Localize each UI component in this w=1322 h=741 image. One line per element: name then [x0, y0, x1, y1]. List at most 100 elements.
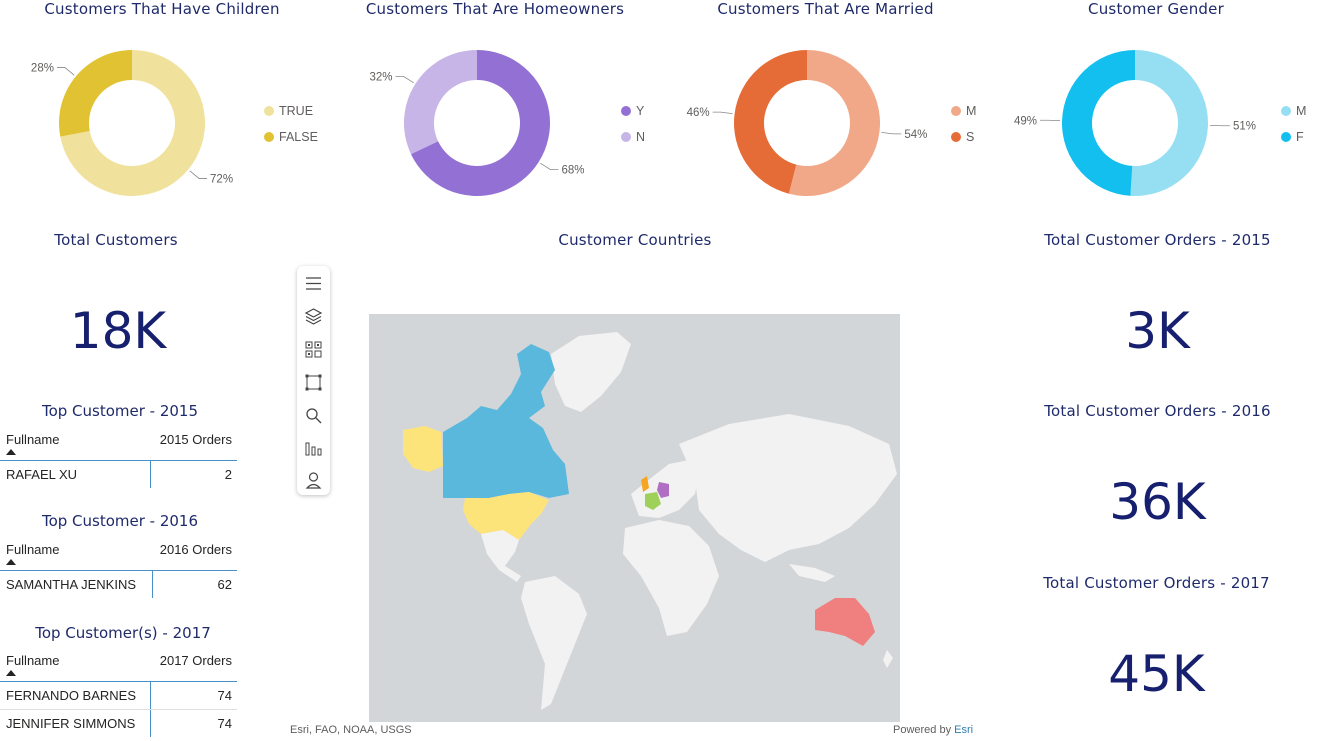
greenland-shape [551, 332, 631, 412]
legend-item-true[interactable]: TRUE [264, 98, 318, 124]
top-customer-2015-table[interactable]: Fullname 2015 Orders RAFAEL XU 2 [0, 430, 237, 488]
cell-fullname: SAMANTHA JENKINS [6, 577, 137, 592]
legend-label: M [966, 104, 977, 118]
legend-label: S [966, 130, 975, 144]
married-data-label: 54% [904, 129, 927, 141]
canada-shape [443, 344, 569, 498]
layers-icon[interactable] [303, 306, 324, 327]
orders-2016-value: 36K [1109, 473, 1206, 531]
children-data-label: 72% [210, 173, 233, 185]
legend-dot [621, 132, 631, 142]
legend-dot [264, 106, 274, 116]
married-legend: M S [951, 98, 976, 150]
table-header: Fullname 2017 Orders [0, 651, 237, 682]
column-header-fullname[interactable]: Fullname [6, 432, 59, 447]
cell-orders: 74 [217, 716, 232, 731]
indonesia-shape [789, 564, 835, 582]
bar-chart-icon[interactable] [303, 438, 324, 459]
table-header: Fullname 2015 Orders [0, 430, 237, 461]
legend-item-s[interactable]: S [951, 124, 976, 150]
table-row[interactable]: JENNIFER SIMMONS 74 [0, 710, 237, 737]
legend-label: M [1296, 104, 1307, 118]
sort-ascending-icon[interactable] [6, 559, 16, 565]
qr-select-icon[interactable] [303, 339, 324, 360]
homeowners-donut-chart[interactable]: 68% 32% [330, 0, 660, 230]
sort-ascending-icon[interactable] [6, 449, 16, 455]
legend-item-f[interactable]: F [1281, 124, 1306, 150]
table-row[interactable]: SAMANTHA JENKINS 62 [0, 571, 237, 598]
rect-select-icon[interactable] [303, 372, 324, 393]
orders-2017-value: 45K [1108, 645, 1205, 703]
sort-ascending-icon[interactable] [6, 670, 16, 676]
children-leader-line [56, 67, 75, 76]
legend-item-y[interactable]: Y [621, 98, 645, 124]
asia-shape [679, 414, 897, 562]
children-slice-false[interactable] [58, 50, 132, 137]
cell-orders: 62 [217, 577, 232, 592]
top-customers-2017-table[interactable]: Fullname 2017 Orders FERNANDO BARNES 74 … [0, 651, 237, 737]
legend-item-false[interactable]: FALSE [264, 124, 318, 150]
column-header-orders[interactable]: 2017 Orders [160, 653, 232, 668]
australia-shape [815, 598, 875, 646]
africa-shape [623, 520, 719, 636]
new-zealand-shape [883, 650, 893, 668]
esri-link[interactable]: Esri [954, 724, 973, 736]
homeowners-leader-line [395, 75, 414, 84]
married-leader-line [712, 111, 733, 114]
homeowners-slice-n[interactable] [404, 50, 477, 155]
children-legend: TRUE FALSE [264, 98, 318, 150]
south-america-shape [521, 576, 587, 710]
homeowners-data-label: 68% [561, 165, 584, 177]
legend-label: N [636, 130, 646, 144]
table-row[interactable]: FERNANDO BARNES 74 [0, 682, 237, 710]
column-divider [150, 682, 151, 709]
pin-icon[interactable] [303, 470, 324, 491]
column-divider [152, 571, 153, 598]
total-customers-value: 18K [69, 302, 167, 360]
homeowners-leader-line [540, 162, 559, 171]
powered-by-prefix: Powered by [893, 724, 955, 736]
column-header-orders[interactable]: 2015 Orders [160, 432, 232, 447]
table-row[interactable]: RAFAEL XU 2 [0, 461, 237, 488]
menu-icon[interactable] [303, 273, 324, 294]
cell-orders: 2 [224, 467, 232, 482]
customer-countries-map[interactable] [369, 314, 900, 722]
gender-donut-chart[interactable]: 51% 49% [990, 0, 1322, 230]
top-customer-2016-table[interactable]: Fullname 2016 Orders SAMANTHA JENKINS 62 [0, 540, 237, 598]
legend-item-n[interactable]: N [621, 124, 645, 150]
legend-item-m[interactable]: M [1281, 98, 1306, 124]
top-customer-2016-title: Top Customer - 2016 [41, 512, 199, 530]
table-header: Fullname 2016 Orders [0, 540, 237, 571]
powered-by: Powered by Esri [893, 724, 973, 736]
column-divider [150, 461, 151, 488]
column-header-orders[interactable]: 2016 Orders [160, 542, 232, 557]
married-donut-chart[interactable]: 54% 46% [660, 0, 990, 230]
cell-fullname: FERNANDO BARNES [6, 688, 137, 703]
homeowners-data-label: 32% [370, 71, 393, 83]
children-leader-line [189, 170, 208, 179]
total-customers-title: Total Customers [54, 231, 178, 249]
gender-data-label: 51% [1233, 121, 1256, 133]
top-customer-2015-title: Top Customer - 2015 [41, 402, 199, 420]
column-header-fullname[interactable]: Fullname [6, 542, 59, 557]
gender-slice-m[interactable] [1130, 50, 1208, 197]
cell-fullname: JENNIFER SIMMONS [6, 716, 136, 731]
legend-dot [951, 132, 961, 142]
legend-item-m[interactable]: M [951, 98, 976, 124]
orders-2017-title: Total Customer Orders - 2017 [1043, 574, 1270, 592]
legend-label: TRUE [279, 104, 314, 118]
column-header-fullname[interactable]: Fullname [6, 653, 59, 668]
legend-dot [1281, 106, 1291, 116]
central-america-shape [481, 530, 521, 582]
map-attribution: Esri, FAO, NOAA, USGS [290, 724, 412, 736]
gender-slice-f[interactable] [1061, 50, 1135, 196]
orders-2015-title: Total Customer Orders - 2015 [1044, 231, 1271, 249]
map-title: Customer Countries [558, 231, 712, 249]
search-icon[interactable] [303, 405, 324, 426]
column-divider [150, 710, 151, 737]
married-data-label: 46% [687, 107, 710, 119]
legend-dot [621, 106, 631, 116]
cell-orders: 74 [217, 688, 232, 703]
children-data-label: 28% [31, 63, 54, 75]
orders-2015-value: 3K [1125, 302, 1190, 360]
